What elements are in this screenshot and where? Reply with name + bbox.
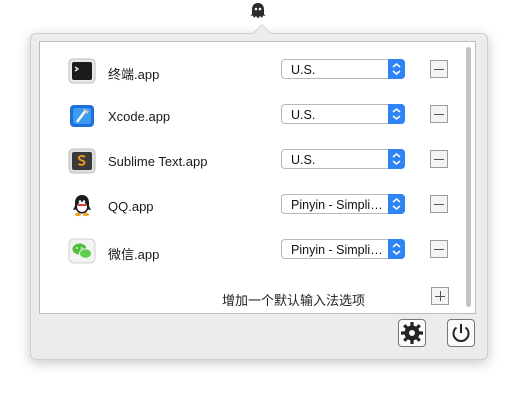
chevron-updown-icon[interactable] — [388, 104, 405, 124]
app-name: Xcode.app — [108, 109, 171, 124]
selected-input-source: U.S. — [291, 153, 316, 167]
ghost-icon[interactable] — [248, 1, 268, 21]
selected-input-source: Pinyin - Simplified — [291, 198, 385, 212]
remove-button[interactable] — [430, 240, 448, 258]
remove-button[interactable] — [430, 60, 448, 78]
chevron-updown-icon[interactable] — [388, 239, 405, 259]
chevron-updown-icon[interactable] — [388, 59, 405, 79]
app-input-list: 终端.app U.S. Xcode.app U.S. Sublime Text.… — [39, 41, 476, 314]
app-name: 终端.app — [108, 67, 160, 82]
selected-input-source: U.S. — [291, 63, 316, 77]
input-source-select[interactable]: Pinyin - Simplified — [281, 194, 405, 214]
input-source-select[interactable]: U.S. — [281, 104, 405, 124]
xcode-app-icon — [70, 105, 94, 127]
list-item: QQ.app Pinyin - Simplified — [40, 190, 460, 224]
input-source-select[interactable]: Pinyin - Simplified — [281, 239, 405, 259]
list-item: 微信.app Pinyin - Simplified — [40, 235, 460, 269]
popover-arrow-fill — [253, 25, 271, 34]
chevron-updown-icon[interactable] — [388, 194, 405, 214]
selected-input-source: U.S. — [291, 108, 316, 122]
remove-button[interactable] — [430, 105, 448, 123]
input-source-select[interactable]: U.S. — [281, 149, 405, 169]
app-name: QQ.app — [108, 199, 154, 214]
gear-icon — [401, 322, 423, 344]
remove-button[interactable] — [430, 195, 448, 213]
quit-button[interactable] — [447, 319, 475, 347]
settings-button[interactable] — [398, 319, 426, 347]
sublime-text-app-icon — [68, 148, 96, 174]
wechat-app-icon — [68, 238, 96, 264]
input-source-select[interactable]: U.S. — [281, 59, 405, 79]
list-item: Sublime Text.app U.S. — [40, 145, 460, 179]
add-button[interactable] — [431, 287, 449, 305]
terminal-app-icon — [68, 58, 96, 84]
selected-input-source: Pinyin - Simplified — [291, 243, 385, 257]
app-name: Sublime Text.app — [108, 154, 208, 169]
qq-app-icon — [73, 195, 91, 217]
list-item: 终端.app U.S. — [40, 55, 460, 89]
scrollbar[interactable] — [466, 47, 471, 307]
list-item: Xcode.app U.S. — [40, 100, 460, 134]
power-icon — [452, 324, 470, 342]
chevron-updown-icon[interactable] — [388, 149, 405, 169]
remove-button[interactable] — [430, 150, 448, 168]
app-name: 微信.app — [108, 247, 160, 262]
add-option-label: 增加一个默认输入法选项 — [222, 293, 366, 308]
